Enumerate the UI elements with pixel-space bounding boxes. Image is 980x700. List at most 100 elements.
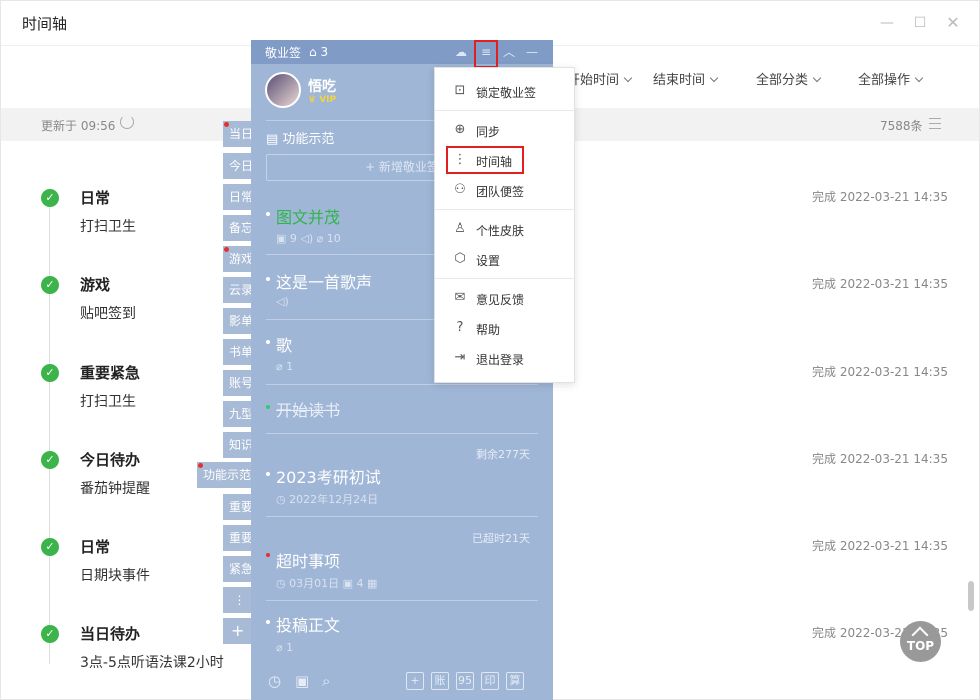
check-icon: ✓ <box>41 625 59 643</box>
timeline-done-time: 完成 2022-03-21 14:35 <box>812 365 948 379</box>
timeline-category: 今日待办 <box>80 451 141 469</box>
side-tab[interactable]: 当日 <box>223 121 253 147</box>
side-tab[interactable]: 重要 <box>223 494 253 520</box>
side-tab[interactable]: 九型 <box>223 401 253 427</box>
refresh-icon[interactable] <box>120 115 134 129</box>
timeline-task: 3点-5点听语法课2小时 <box>80 655 224 671</box>
check-icon: ✓ <box>41 451 59 469</box>
maximize-button[interactable]: ☐ <box>912 15 928 31</box>
username: 悟吃 <box>308 79 336 95</box>
close-button[interactable]: ✕ <box>945 15 961 31</box>
menu-item-skin[interactable]: ♙ 个性皮肤 <box>435 216 574 242</box>
menu-button-highlight[interactable] <box>474 40 498 68</box>
check-icon: ✓ <box>41 364 59 382</box>
timeline-done-time: 完成 2022-03-21 14:35 <box>812 539 948 553</box>
minimize-button[interactable]: — <box>879 15 895 31</box>
end-time-filter[interactable]: 结束时间 <box>653 69 719 88</box>
menu-item-feedback[interactable]: ✉ 意见反馈 <box>435 285 574 311</box>
side-tab[interactable]: 账号 <box>223 370 253 396</box>
timeline-task: 打扫卫生 <box>80 394 136 410</box>
divider <box>266 433 538 434</box>
clock-icon[interactable]: ◷ <box>268 672 281 690</box>
updated-time: 更新于 09:56 <box>41 119 116 133</box>
divider <box>435 278 574 279</box>
panel-header: 敬业签 ⌂ 3 ☁ ≡ ︿ — <box>251 40 553 64</box>
list-icon[interactable] <box>929 118 941 129</box>
divider <box>266 384 538 385</box>
app-name: 敬业签 <box>265 46 302 60</box>
divider <box>435 110 574 111</box>
menu-item-team[interactable]: ⚇ 团队便签 <box>435 177 574 203</box>
lock-icon: ⊡ <box>454 83 466 98</box>
timeline-task: 日期块事件 <box>80 568 150 584</box>
calculator-button[interactable]: 算 <box>506 672 524 690</box>
account-button[interactable]: 账 <box>431 672 449 690</box>
operation-filter[interactable]: 全部操作 <box>858 69 924 88</box>
menu-item-logout[interactable]: ⇥ 退出登录 <box>435 345 574 371</box>
check-icon: ✓ <box>41 276 59 294</box>
check-icon: ✓ <box>41 189 59 207</box>
minimize-icon[interactable]: — <box>523 43 541 61</box>
side-tab[interactable]: 影单 <box>223 308 253 334</box>
side-tab[interactable]: 日常 <box>223 184 253 210</box>
timeline-category: 日常 <box>80 538 111 556</box>
add-tab-button[interactable]: + <box>223 618 253 644</box>
back-to-top-button[interactable]: TOP <box>900 621 941 662</box>
divider <box>266 600 538 601</box>
help-icon: ? <box>456 320 464 335</box>
timeline-done-time: 完成 2022-03-21 14:35 <box>812 277 948 291</box>
side-tab[interactable]: 知识 <box>223 432 253 458</box>
start-time-filter[interactable]: 开始时间 <box>567 69 633 88</box>
timeline-done-time: 完成 2022-03-21 14:35 <box>812 190 948 204</box>
timeline-category: 日常 <box>80 189 111 207</box>
settings-icon: ⬡ <box>454 251 466 266</box>
timeline-category: 游戏 <box>80 276 111 294</box>
search-icon[interactable]: ⌕ <box>322 672 330 690</box>
timeline-task: 打扫卫生 <box>80 219 136 235</box>
side-tab[interactable]: 紧急 <box>223 556 253 582</box>
mail-icon: ✉ <box>454 290 466 305</box>
side-tab[interactable]: 书单 <box>223 339 253 365</box>
timeline-category: 当日待办 <box>80 625 141 643</box>
team-icon: ⚇ <box>454 182 466 197</box>
check-icon: ✓ <box>41 538 59 556</box>
menu-item-help[interactable]: ? 帮助 <box>435 315 574 341</box>
avatar[interactable] <box>265 72 301 108</box>
more-tabs-icon[interactable]: ⋮ <box>223 587 253 613</box>
side-tab[interactable]: 备忘 <box>223 215 253 241</box>
scrollbar-thumb[interactable] <box>968 581 974 611</box>
menu-item-settings[interactable]: ⬡ 设置 <box>435 246 574 272</box>
collapse-icon[interactable]: ︿ <box>500 43 518 61</box>
menu-item-sync[interactable]: ⊕ 同步 <box>435 117 574 143</box>
cloud-icon[interactable]: ☁ <box>452 43 470 61</box>
calendar-icon[interactable]: ▣ <box>295 672 309 690</box>
side-tab[interactable]: 重要 <box>223 525 253 551</box>
window-title: 时间轴 <box>22 15 68 33</box>
record-count: 7588条 <box>880 119 923 133</box>
side-tab[interactable]: 云录 <box>223 277 253 303</box>
category-title: ▤ 功能示范 <box>266 132 335 147</box>
note-item[interactable]: 开始读书 <box>266 397 538 427</box>
category-filter[interactable]: 全部分类 <box>756 69 822 88</box>
skin-icon: ♙ <box>454 221 466 236</box>
timeline-highlight <box>446 146 524 174</box>
note-item[interactable]: 剩余277天 2023考研初试 ◷ 2022年12月24日 <box>266 444 538 514</box>
side-tab[interactable]: 今日 <box>223 153 253 179</box>
logout-icon: ⇥ <box>454 350 466 365</box>
menu-item-lock[interactable]: ⊡ 锁定敬业签 <box>435 78 574 104</box>
side-tab-active[interactable]: 功能示范 <box>197 462 255 488</box>
panel-footer: ◷ ▣ ⌕ + 账 95 印 算 <box>251 668 553 700</box>
vip-badge: ♛ VIP <box>308 95 337 105</box>
side-tab[interactable]: 游戏 <box>223 246 253 272</box>
divider <box>266 516 538 517</box>
note-item[interactable]: 投稿正文 ⌀ 1 <box>266 612 538 662</box>
count-button[interactable]: 95 <box>456 672 474 690</box>
timeline-category: 重要紧急 <box>80 364 141 382</box>
add-button[interactable]: + <box>406 672 424 690</box>
note-item[interactable]: 已超时21天 超时事项 ◷ 03月01日 ▣ 4 ▦ <box>266 528 538 598</box>
sync-icon: ⊕ <box>454 122 466 137</box>
timeline-done-time: 完成 2022-03-21 14:35 <box>812 452 948 466</box>
notification-badge[interactable]: ⌂ 3 <box>309 45 328 59</box>
print-button[interactable]: 印 <box>481 672 499 690</box>
timeline-task: 番茄钟提醒 <box>80 481 150 497</box>
